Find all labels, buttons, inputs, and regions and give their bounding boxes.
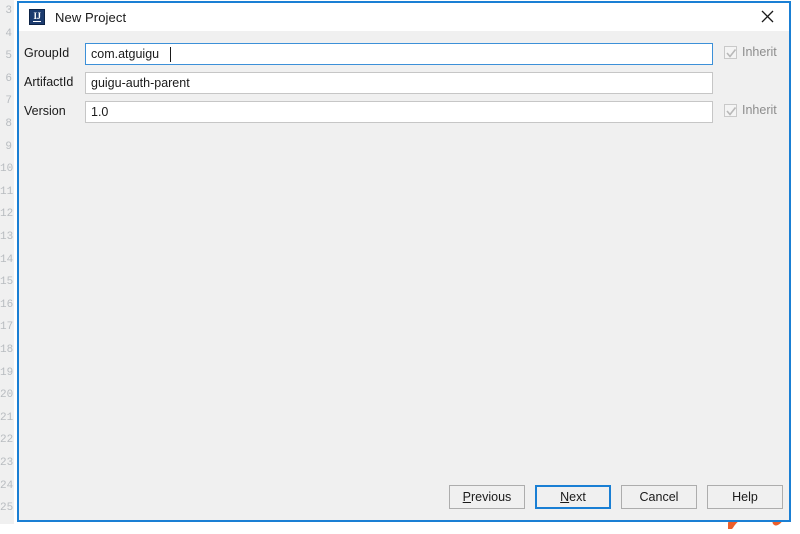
artifactid-input[interactable] — [85, 72, 713, 94]
artifactid-label: ArtifactId — [24, 75, 74, 89]
line-number: 15 — [0, 276, 14, 289]
groupid-inherit-checkbox[interactable] — [724, 45, 737, 59]
line-number: 23 — [0, 457, 14, 469]
line-number: 5 — [5, 50, 12, 63]
line-number: 19 — [0, 366, 14, 379]
groupid-inherit-checkbox-group[interactable]: Inherit — [724, 45, 777, 59]
form-row-groupid: GroupId Inherit — [19, 43, 789, 65]
intellij-idea-icon-underline — [33, 21, 41, 22]
close-icon[interactable] — [745, 3, 789, 30]
cancel-button[interactable]: Cancel — [621, 485, 697, 509]
line-number: 18 — [0, 344, 14, 356]
line-number: 11 — [0, 185, 14, 198]
editor-bottom-strip — [0, 524, 800, 529]
form-row-artifactid: ArtifactId — [19, 72, 789, 94]
line-number: 10 — [0, 163, 14, 176]
line-number: 7 — [5, 95, 12, 108]
intellij-idea-icon-letters: IJ — [33, 10, 41, 21]
line-number: 9 — [5, 140, 12, 153]
editor-line-number-gutter: 3 4 5 6 7 8 9 10 11 12 13 14 15 16 17 18 19 20 21 22 23 24 25 — [0, 0, 14, 529]
dialog-body: GroupId Inherit ArtifactId Version — [19, 31, 789, 478]
groupid-label: GroupId — [24, 46, 70, 60]
dialog-title: New Project — [55, 9, 127, 25]
groupid-inherit-label: Inherit — [742, 45, 777, 59]
help-button[interactable]: Help — [707, 485, 783, 509]
next-button-label-rest: ext — [569, 490, 586, 504]
next-button[interactable]: Next — [535, 485, 611, 509]
line-number: 25 — [0, 502, 14, 515]
version-inherit-checkbox[interactable] — [724, 103, 737, 117]
line-number: 4 — [5, 27, 12, 40]
dialog-footer: Previous Next Cancel Help — [19, 474, 789, 520]
line-number: 20 — [0, 389, 14, 402]
intellij-idea-icon: IJ — [29, 9, 45, 25]
line-number: 8 — [5, 118, 12, 130]
previous-button-label-rest: revious — [471, 490, 512, 504]
version-inherit-checkbox-group[interactable]: Inherit — [724, 103, 777, 117]
previous-button[interactable]: Previous — [449, 485, 525, 509]
line-number: 16 — [0, 298, 14, 311]
line-number: 24 — [0, 479, 14, 492]
line-number: 17 — [0, 321, 14, 334]
next-button-mnemonic: N — [560, 490, 570, 504]
previous-button-mnemonic: P — [462, 490, 472, 504]
line-number: 6 — [5, 72, 12, 85]
form-row-version: Version Inherit — [19, 101, 789, 123]
dialog-title-bar: IJ New Project — [19, 3, 789, 31]
line-number: 12 — [0, 208, 14, 221]
version-input[interactable] — [85, 101, 713, 123]
version-inherit-label: Inherit — [742, 103, 777, 117]
line-number: 13 — [0, 231, 14, 243]
line-number: 14 — [0, 253, 14, 266]
text-caret — [170, 47, 171, 62]
groupid-input[interactable] — [85, 43, 713, 65]
new-project-dialog: IJ New Project GroupId Inherit — [17, 1, 791, 522]
line-number: 3 — [5, 5, 12, 17]
line-number: 21 — [0, 411, 14, 424]
version-label: Version — [24, 104, 66, 118]
line-number: 22 — [0, 434, 14, 447]
